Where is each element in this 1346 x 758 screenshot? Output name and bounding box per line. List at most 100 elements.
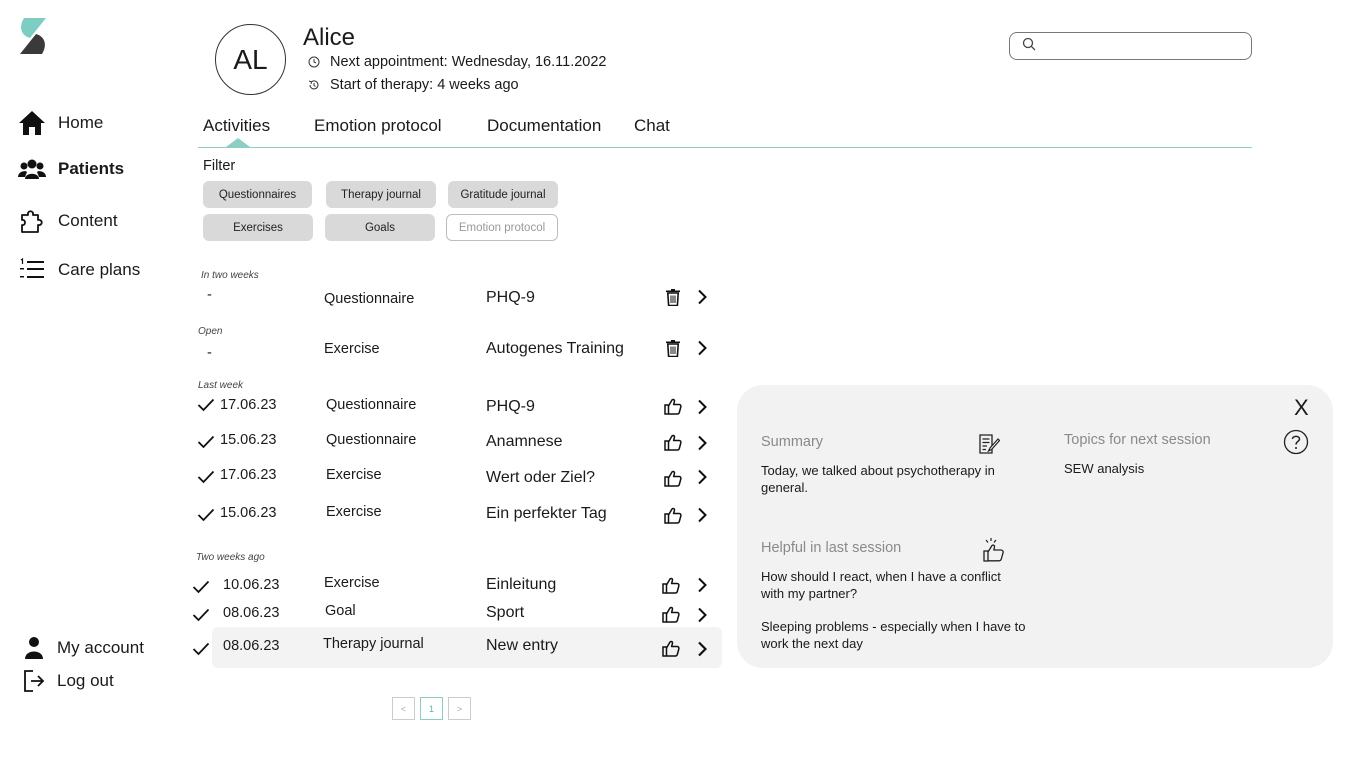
sidebar-item-content[interactable]: Content — [18, 207, 118, 235]
check-icon — [197, 396, 215, 414]
chevron-right-icon[interactable] — [693, 506, 711, 524]
question-icon[interactable] — [1283, 429, 1309, 455]
sidebar-item-my-account[interactable]: My account — [20, 634, 144, 662]
filter-chip-therapy-journal[interactable]: Therapy journal — [326, 181, 436, 208]
puzzle-icon — [18, 207, 46, 235]
app-logo[interactable] — [18, 16, 48, 56]
chevron-right-icon[interactable] — [693, 398, 711, 416]
patient-name: Alice — [303, 24, 356, 51]
pagination-next-button[interactable]: > — [448, 697, 471, 720]
filter-chip-gratitude-journal[interactable]: Gratitude journal — [448, 181, 558, 208]
summary-text: Today, we talked about psychotherapy in … — [761, 463, 995, 495]
pagination-prev-button[interactable]: < — [392, 697, 415, 720]
group-label-in-two-weeks: In two weeks — [201, 270, 259, 281]
therapy-start-text: Start of therapy: 4 weeks ago — [330, 77, 519, 93]
tab-documentation[interactable]: Documentation — [487, 116, 601, 136]
row-date: 17.06.23 — [220, 467, 277, 483]
history-icon — [308, 79, 320, 91]
check-icon — [192, 640, 210, 658]
filter-chip-exercises[interactable]: Exercises — [203, 214, 313, 241]
chevron-right-icon[interactable] — [693, 434, 711, 452]
search-icon — [1022, 37, 1036, 56]
row-type: Therapy journal — [323, 636, 424, 652]
chevron-right-icon[interactable] — [693, 468, 711, 486]
search-input[interactable] — [1044, 38, 1234, 54]
logout-icon — [20, 667, 48, 695]
thumbs-up-icon[interactable] — [662, 639, 680, 657]
row-title: Ein perfekter Tag — [486, 505, 607, 522]
list-icon — [18, 256, 46, 284]
filter-chip-questionnaires[interactable]: Questionnaires — [203, 181, 312, 208]
next-appointment: Next appointment: Wednesday, 16.11.2022 — [308, 54, 607, 70]
row-title: Autogenes Training — [486, 340, 624, 357]
clock-icon — [308, 56, 320, 68]
thumbs-up-icon[interactable] — [662, 576, 680, 594]
filter-chip-goals[interactable]: Goals — [325, 214, 435, 241]
helpful-item: Sleeping problems - especially when I ha… — [761, 619, 1026, 651]
row-title: New entry — [486, 637, 559, 654]
row-date: 17.06.23 — [220, 397, 277, 413]
topics-text: SEW analysis — [1064, 461, 1145, 476]
close-panel-button[interactable]: X — [1294, 395, 1309, 421]
row-date: 10.06.23 — [223, 577, 280, 593]
helpful-heading: Helpful in last session — [761, 540, 902, 556]
row-type: Questionnaire — [324, 291, 415, 307]
tab-underline — [198, 147, 1252, 148]
trash-icon[interactable] — [664, 288, 682, 306]
check-icon — [197, 506, 215, 524]
pagination-page-button[interactable]: 1 — [420, 697, 443, 720]
row-type: Exercise — [324, 575, 380, 591]
sidebar-item-label: Patients — [58, 159, 125, 178]
sidebar-item-log-out[interactable]: Log out — [20, 667, 114, 695]
check-icon — [197, 468, 215, 486]
row-status: - — [207, 287, 212, 303]
chevron-right-icon[interactable] — [693, 339, 711, 357]
row-date: 08.06.23 — [223, 638, 280, 654]
thumbs-up-icon[interactable] — [664, 397, 682, 415]
therapy-start: Start of therapy: 4 weeks ago — [308, 77, 519, 93]
thumbs-up-icon[interactable] — [662, 605, 680, 623]
home-icon — [18, 109, 46, 137]
chevron-right-icon[interactable] — [693, 288, 711, 306]
edit-note-icon[interactable] — [978, 433, 1000, 455]
sidebar-item-home[interactable]: Home — [18, 109, 103, 137]
tab-emotion-protocol[interactable]: Emotion protocol — [314, 116, 442, 136]
trash-icon[interactable] — [664, 339, 682, 357]
summary-heading: Summary — [761, 434, 824, 450]
thumbs-up-icon[interactable] — [664, 506, 682, 524]
search-box[interactable] — [1009, 32, 1252, 60]
tab-chat[interactable]: Chat — [634, 116, 670, 136]
table-row-highlight — [212, 627, 722, 668]
filter-label: Filter — [203, 158, 236, 174]
thumbs-up-sparkle-icon[interactable] — [982, 537, 1006, 563]
row-date: 15.06.23 — [220, 432, 277, 448]
chevron-right-icon[interactable] — [693, 606, 711, 624]
row-title: Sport — [486, 604, 525, 621]
row-title: Einleitung — [486, 576, 557, 593]
chevron-right-icon[interactable] — [693, 576, 711, 594]
check-icon — [192, 606, 210, 624]
row-status: - — [207, 345, 212, 361]
row-type: Exercise — [326, 467, 382, 483]
row-title: PHQ-9 — [486, 289, 535, 306]
thumbs-up-icon[interactable] — [664, 433, 682, 451]
row-title: PHQ-9 — [486, 398, 535, 415]
topics-heading: Topics for next session — [1064, 432, 1211, 448]
thumbs-up-icon[interactable] — [664, 469, 682, 487]
row-title: Wert oder Ziel? — [486, 469, 596, 486]
tab-activities[interactable]: Activities — [203, 116, 270, 136]
chevron-right-icon[interactable] — [693, 640, 711, 658]
sidebar-item-care-plans[interactable]: Care plans — [18, 256, 140, 284]
active-tab-indicator — [226, 138, 250, 147]
row-type: Questionnaire — [326, 432, 417, 448]
filter-chip-emotion-protocol[interactable]: Emotion protocol — [446, 214, 558, 241]
sidebar-item-label: Home — [58, 113, 104, 132]
sidebar-item-label: Log out — [57, 671, 114, 690]
sidebar-item-label: My account — [57, 638, 144, 657]
row-date: 15.06.23 — [220, 505, 277, 521]
sidebar-item-label: Content — [58, 211, 118, 230]
sidebar-item-patients[interactable]: Patients — [18, 155, 124, 183]
group-label-two-weeks-ago: Two weeks ago — [196, 552, 265, 563]
group-label-last-week: Last week — [198, 380, 244, 391]
sidebar-item-label: Care plans — [58, 260, 141, 279]
